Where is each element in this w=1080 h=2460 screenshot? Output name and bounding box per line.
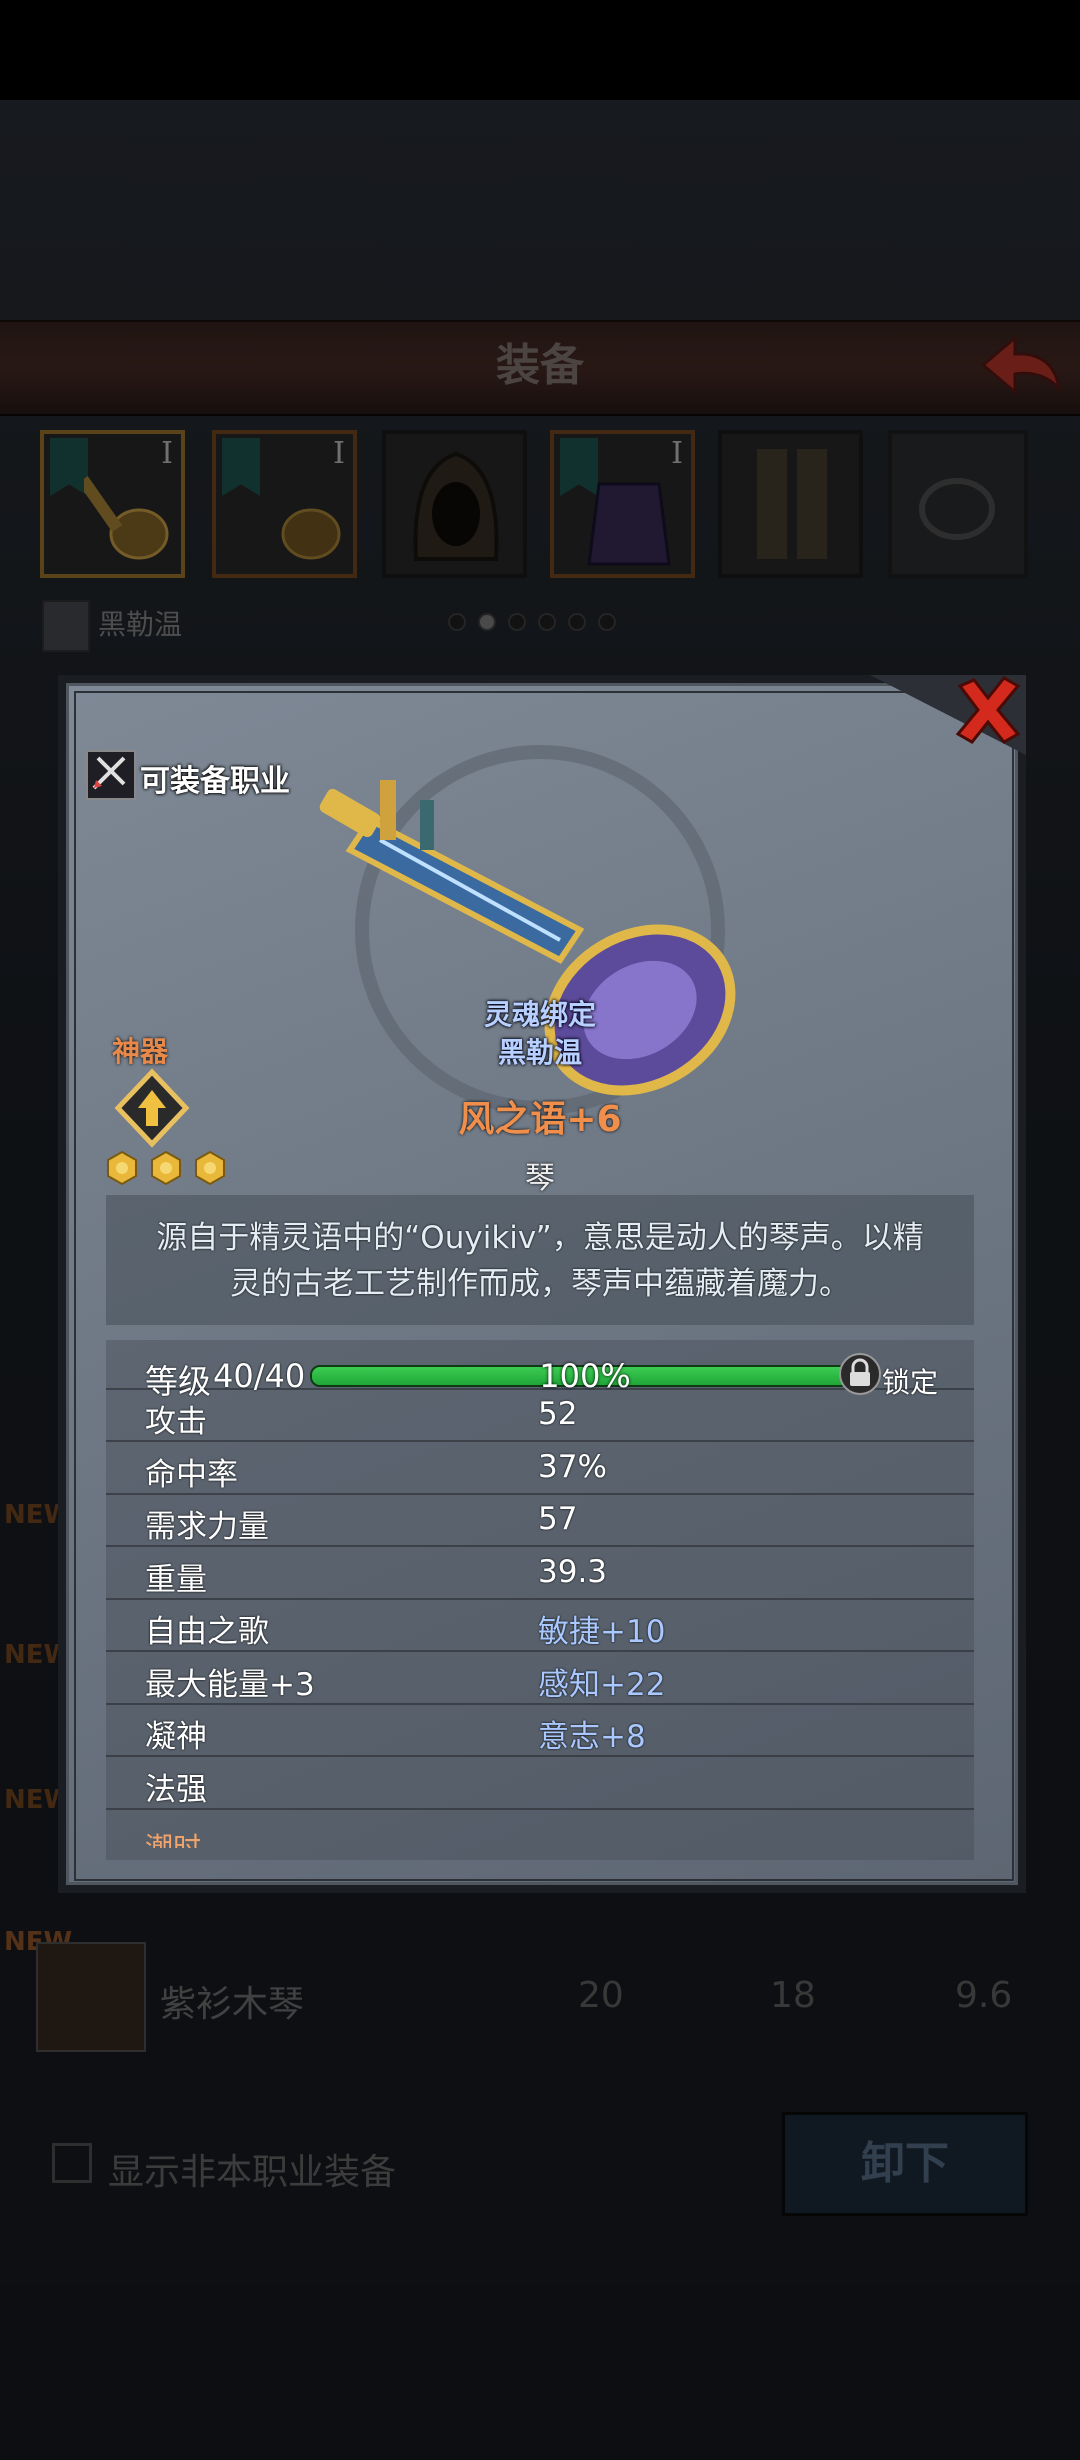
soulbind-owner: 黑勒温: [497, 1036, 582, 1069]
class-icon[interactable]: [86, 750, 136, 800]
item-type: 琴: [525, 1161, 555, 1196]
stat-attribute: 意志: [538, 1719, 600, 1755]
stat-value: 37%: [538, 1449, 607, 1485]
stat-value: 感知+22: [538, 1659, 665, 1704]
stat-label: 最大能量+3: [145, 1667, 315, 1703]
item-description: 源自于精灵语中的“Ouyikiv”，意思是动人的琴声。以精灵的古老工艺制作而成，…: [156, 1220, 924, 1302]
stat-label: 法强: [145, 1772, 207, 1808]
stat-attribute: 感知: [538, 1667, 600, 1703]
close-icon[interactable]: [950, 672, 1026, 748]
soulbind-info: 灵魂绑定 黑勒温: [430, 996, 650, 1072]
stat-bonus: +22: [600, 1667, 666, 1703]
star-coin-icon: [195, 1150, 225, 1186]
soulbind-label: 灵魂绑定: [483, 998, 596, 1031]
stat-value: 39.3: [538, 1554, 608, 1590]
stat-label: 自由之歌: [145, 1614, 269, 1650]
stat-attribute: 敏捷: [538, 1614, 600, 1650]
stat-label: 命中率: [145, 1457, 238, 1493]
stat-label: 重量: [145, 1562, 207, 1598]
stat-label: 攻击: [145, 1404, 207, 1440]
stat-value: 57: [538, 1501, 578, 1537]
item-name: 风之语+6: [458, 1099, 622, 1140]
stat-label-partial: 潮时: [145, 1831, 202, 1848]
stat-bonus: +8: [600, 1719, 646, 1755]
stat-value: 52: [538, 1396, 578, 1432]
rarity-upgrade-icon[interactable]: [112, 1068, 192, 1148]
star-coin-icon: [151, 1150, 181, 1186]
stat-label: 需求力量: [145, 1509, 269, 1545]
stat-value: 敏捷+10: [538, 1606, 665, 1651]
stat-label: 凝神: [145, 1719, 207, 1755]
star-coin-icon: [107, 1150, 137, 1186]
stat-value: 意志+8: [538, 1711, 646, 1756]
stat-bonus: +10: [600, 1614, 666, 1650]
stat-row: [106, 1756, 974, 1810]
equippable-class-label[interactable]: 可装备职业: [140, 756, 290, 800]
status-bar: [0, 0, 1080, 100]
rarity-label: 神器: [112, 1035, 169, 1068]
crossed-weapons-icon: [92, 756, 126, 790]
